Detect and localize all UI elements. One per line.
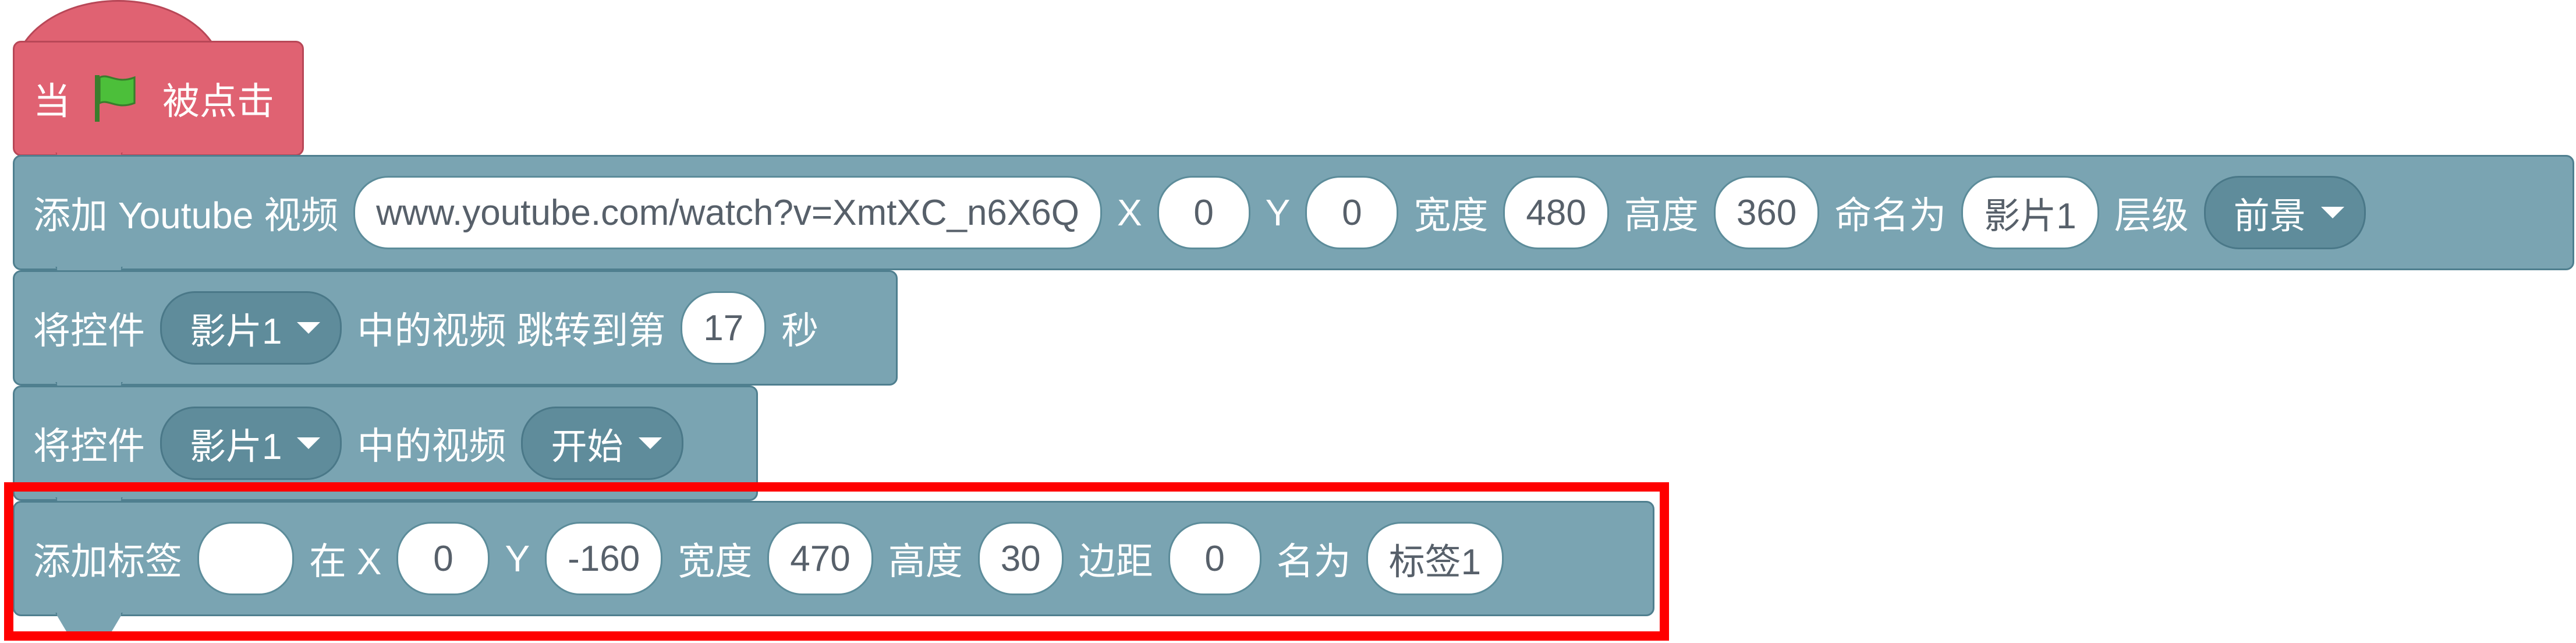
play-video-block[interactable]: 将控件 影片1 中的视频 开始 [13,386,758,522]
clicked-label: 被点击 [162,80,274,122]
name-input[interactable]: 标签1 [1366,522,1504,595]
at-x-label: 在 X [309,540,382,582]
y-label: Y [1265,192,1291,234]
when-label: 当 [33,80,70,122]
green-flag-icon [88,70,144,126]
widget-dropdown[interactable]: 影片1 [160,291,342,365]
width-label: 宽度 [1413,195,1489,236]
height-label: 高度 [1624,195,1699,236]
play-middle-label: 中的视频 [357,425,506,467]
y-input[interactable]: 0 [1305,176,1399,249]
widget-dropdown-value: 影片1 [190,427,282,467]
layer-dropdown-value: 前景 [2233,196,2306,236]
seconds-input[interactable]: 17 [681,291,767,365]
seek-middle-label: 中的视频 跳转到第 [357,310,666,352]
seconds-unit-label: 秒 [781,310,819,352]
height-label: 高度 [888,540,963,582]
add-youtube-video-block[interactable]: 添加 Youtube 视频 www.youtube.com/watch?v=Xm… [13,155,2574,292]
x-input[interactable]: 0 [396,522,490,595]
chevron-down-icon [297,437,321,449]
height-input[interactable]: 30 [977,522,1064,595]
widget-dropdown[interactable]: 影片1 [160,407,342,480]
name-label: 名为 [1276,540,1351,582]
add-label-block[interactable]: 添加标签 在 X 0 Y -160 宽度 470 高度 30 边距 0 名为 标… [13,501,1654,638]
x-label: X [1117,192,1142,234]
add-label-label: 添加标签 [33,540,182,582]
label-text-input[interactable] [197,522,294,595]
widget-label: 将控件 [33,310,145,352]
name-input[interactable]: 影片1 [1961,176,2099,249]
layer-label: 层级 [2114,195,2189,236]
chevron-down-icon [638,437,662,449]
margin-input[interactable]: 0 [1168,522,1262,595]
seek-video-block[interactable]: 将控件 影片1 中的视频 跳转到第 17 秒 [13,270,898,407]
chevron-down-icon [297,322,321,334]
width-input[interactable]: 480 [1503,176,1609,249]
when-flag-clicked-block[interactable]: 当 被点击 [13,41,304,178]
chevron-down-icon [2320,207,2344,218]
width-label: 宽度 [678,540,753,582]
action-dropdown[interactable]: 开始 [521,407,683,480]
width-input[interactable]: 470 [767,522,873,595]
widget-label: 将控件 [33,425,145,467]
x-input[interactable]: 0 [1157,176,1250,249]
margin-label: 边距 [1078,540,1153,582]
height-input[interactable]: 360 [1713,176,1820,249]
y-label: Y [505,538,530,580]
add-youtube-label: 添加 Youtube 视频 [33,195,339,236]
layer-dropdown[interactable]: 前景 [2203,176,2366,249]
block-notch [55,613,123,638]
widget-dropdown-value: 影片1 [190,312,282,352]
action-dropdown-value: 开始 [551,427,623,467]
youtube-url-input[interactable]: www.youtube.com/watch?v=XmtXC_n6X6Q [353,176,1102,249]
y-input[interactable]: -160 [545,522,663,595]
name-label: 命名为 [1834,195,1947,236]
